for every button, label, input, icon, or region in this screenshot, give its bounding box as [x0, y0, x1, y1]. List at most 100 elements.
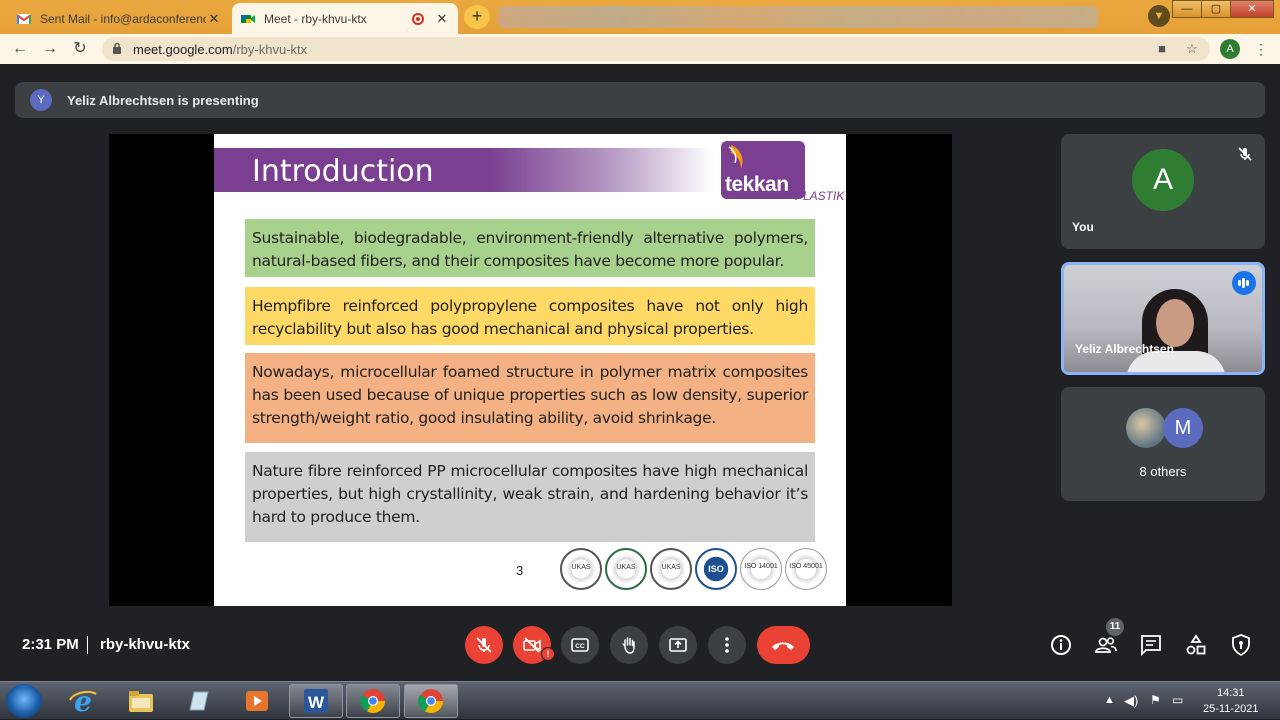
- browser-tab-strip: Sent Mail - info@ardaconference ✕ Meet -…: [0, 0, 1280, 34]
- ukas-cert-logo: UKAS: [650, 548, 692, 590]
- file-explorer-icon[interactable]: [126, 686, 156, 716]
- url-text: meet.google.com/rby-khvu-ktx: [133, 42, 307, 57]
- taskbar-date[interactable]: 25-11-2021: [1203, 703, 1258, 715]
- captions-button[interactable]: CC: [561, 626, 599, 664]
- taskbar-chrome-1[interactable]: [346, 684, 400, 718]
- browser-menu-icon[interactable]: ⋮: [1254, 41, 1268, 58]
- show-hidden-icons-icon[interactable]: ▲: [1104, 694, 1115, 706]
- slide-page-number: 3: [516, 563, 524, 578]
- end-call-icon: [772, 642, 794, 650]
- more-options-icon: [725, 637, 729, 653]
- chrome-icon: [418, 689, 443, 714]
- chrome-icon: [360, 689, 385, 714]
- tekkan-logo: tekkan PLASTIK: [721, 141, 845, 207]
- notes-icon[interactable]: [184, 686, 214, 716]
- participant-tile-presenter[interactable]: Yeliz Albrechtsen: [1061, 262, 1265, 375]
- star-icon[interactable]: ☆: [1184, 41, 1200, 57]
- new-tab-button[interactable]: +: [464, 5, 490, 29]
- system-tray: ▲ ◀) ⚑ ▭ 14:31 25-11-2021: [1100, 682, 1280, 720]
- action-center-flag-icon[interactable]: ⚑: [1150, 693, 1161, 707]
- logo-flame-icon: [728, 145, 743, 169]
- minimize-button[interactable]: —: [1172, 0, 1202, 18]
- logo-word: tekkan: [725, 173, 789, 196]
- captions-icon: CC: [571, 638, 589, 652]
- participant-tile-others[interactable]: M 8 others: [1061, 387, 1265, 501]
- logo-sub: PLASTIK: [795, 189, 845, 203]
- presentation-stage[interactable]: Introduction tekkan PLASTIK Sustainable,…: [109, 134, 952, 606]
- avatar: [1126, 408, 1166, 448]
- raise-hand-icon: [622, 637, 635, 654]
- tab-sent-mail[interactable]: Sent Mail - info@ardaconference ✕: [8, 3, 230, 34]
- background-tabs[interactable]: [498, 6, 1098, 28]
- lock-icon[interactable]: [112, 42, 122, 55]
- mic-toggle-button[interactable]: [465, 626, 503, 664]
- tab-meet[interactable]: Meet - rby-khvu-ktx ✕: [232, 3, 458, 34]
- host-controls-icon[interactable]: [1229, 633, 1253, 657]
- slide-paragraph: Hempfibre reinforced polypropylene compo…: [245, 287, 815, 345]
- meet-icon: [241, 14, 255, 23]
- tab-title: Sent Mail - info@ardaconference: [40, 11, 206, 26]
- taskbar-chrome-2[interactable]: [404, 684, 458, 718]
- slide-paragraph: Nowadays, microcellular foamed structure…: [245, 353, 815, 443]
- close-icon[interactable]: ✕: [434, 11, 450, 27]
- camera-alert-badge: !: [541, 647, 555, 661]
- svg-text:W: W: [308, 693, 325, 712]
- mic-off-icon: [1238, 147, 1252, 161]
- camera-off-icon: [523, 637, 541, 653]
- avatar: M: [1163, 408, 1203, 448]
- leave-call-button[interactable]: [757, 626, 810, 664]
- os-taskbar: e W ▲ ◀) ⚑ ▭ 14:31 25-11-2021: [0, 681, 1280, 719]
- avatar: A: [1132, 149, 1194, 211]
- iso-45001-logo: ISO 45001: [785, 548, 827, 590]
- back-icon[interactable]: ←: [9, 38, 31, 60]
- present-icon: [669, 638, 687, 652]
- close-icon[interactable]: ✕: [206, 11, 222, 27]
- reload-icon[interactable]: ↻: [69, 38, 91, 60]
- start-button[interactable]: [6, 684, 42, 718]
- taskbar-time[interactable]: 14:31: [1217, 687, 1245, 699]
- participant-tile-self[interactable]: A You: [1061, 134, 1265, 249]
- mic-off-icon: [476, 637, 492, 653]
- gmail-icon: [16, 13, 32, 24]
- iso-cert-logo: ISO: [695, 548, 737, 590]
- chat-icon[interactable]: [1139, 633, 1163, 657]
- divider: [87, 636, 88, 654]
- info-icon[interactable]: [1049, 633, 1073, 657]
- slide: Introduction tekkan PLASTIK Sustainable,…: [214, 134, 846, 606]
- network-icon[interactable]: ▭: [1172, 693, 1183, 707]
- forward-icon[interactable]: →: [39, 38, 61, 60]
- slide-title-bar: Introduction: [214, 148, 714, 192]
- speaking-indicator-icon: [1232, 271, 1256, 295]
- volume-icon[interactable]: ◀): [1124, 693, 1138, 709]
- meeting-controls-bar: 2:31 PM rby-khvu-ktx ! CC: [0, 620, 1280, 670]
- close-window-button[interactable]: ✕: [1230, 0, 1274, 18]
- others-label: 8 others: [1139, 464, 1187, 479]
- ukas-cert-logo: UKAS: [560, 548, 602, 590]
- taskbar-word[interactable]: W: [289, 684, 343, 718]
- activities-icon[interactable]: [1184, 633, 1208, 657]
- certification-logos: UKAS UKAS UKAS ISO ISO 14001 ISO 45001: [560, 548, 830, 590]
- svg-text:CC: CC: [575, 643, 585, 650]
- more-options-button[interactable]: [708, 626, 746, 664]
- url-host: meet.google.com: [133, 42, 233, 57]
- present-now-button[interactable]: [659, 626, 697, 664]
- presenting-text: Yeliz Albrechtsen is presenting: [67, 92, 259, 108]
- profile-avatar[interactable]: A: [1220, 39, 1240, 59]
- tab-search-button[interactable]: ▼: [1148, 5, 1170, 27]
- camera-blocked-icon[interactable]: ■: [1154, 41, 1170, 57]
- raise-hand-button[interactable]: [610, 626, 648, 664]
- address-bar-row: ← → ↻ meet.google.com/rby-khvu-ktx ■ ☆ A…: [0, 34, 1280, 64]
- svg-text:e: e: [74, 686, 92, 716]
- meeting-time: 2:31 PM: [22, 636, 79, 653]
- participant-name: You: [1072, 220, 1094, 234]
- internet-explorer-icon[interactable]: e: [68, 686, 98, 716]
- maximize-button[interactable]: ▢: [1201, 0, 1231, 18]
- slide-paragraph: Sustainable, biodegradable, environment-…: [245, 219, 815, 277]
- tab-title: Meet - rby-khvu-ktx: [264, 11, 367, 26]
- presenter-avatar: Y: [30, 89, 52, 111]
- url-path: /rby-khvu-ktx: [232, 42, 308, 57]
- presenting-banner: Y Yeliz Albrechtsen is presenting: [15, 82, 1265, 118]
- people-icon[interactable]: [1094, 633, 1118, 657]
- media-player-icon[interactable]: [242, 686, 272, 716]
- omnibox[interactable]: meet.google.com/rby-khvu-ktx ■ ☆: [102, 37, 1210, 61]
